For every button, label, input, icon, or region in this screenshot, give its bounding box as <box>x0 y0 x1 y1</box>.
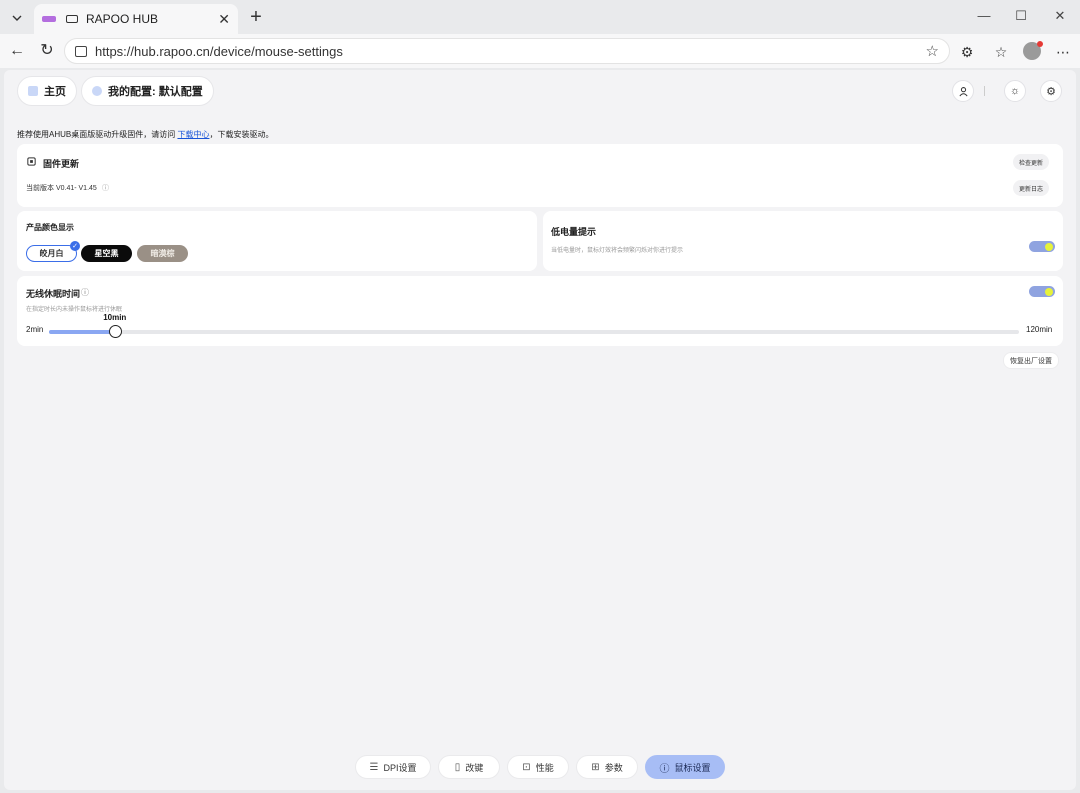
keyboard-icon <box>66 15 78 23</box>
home-label: 主页 <box>44 86 66 98</box>
nav-label: 参数 <box>604 762 623 773</box>
nav-remap-keys[interactable]: ▯ 改键 <box>438 755 500 779</box>
chevron-down-icon <box>12 15 22 21</box>
sleep-toggle[interactable] <box>1029 286 1055 297</box>
sleep-title: 无线休眠时间 <box>26 289 81 299</box>
favorite-star-icon[interactable]: ☆ <box>926 42 939 60</box>
check-icon: ✓ <box>70 241 80 251</box>
tab-title: RAPOO HUB <box>86 12 159 26</box>
download-center-link[interactable]: 下载中心 <box>177 130 209 139</box>
user-icon <box>958 86 968 96</box>
browser-tab-bar: RAPOO HUB ✕ + — ☐ ✕ <box>0 0 1080 36</box>
user-button[interactable] <box>952 80 974 102</box>
nav-label: 改键 <box>465 762 484 773</box>
browser-tab[interactable]: RAPOO HUB ✕ <box>34 4 238 34</box>
low-battery-toggle[interactable] <box>1029 241 1055 252</box>
color-option-black[interactable]: 星空黑 <box>81 245 132 262</box>
changelog-button[interactable]: 更新日志 <box>1013 180 1050 196</box>
home-icon <box>28 86 38 96</box>
header-divider <box>984 86 985 96</box>
maximize-icon[interactable]: ☐ <box>1011 8 1031 24</box>
back-button[interactable]: ← <box>7 41 27 61</box>
info-icon[interactable]: ⓘ <box>102 183 109 193</box>
color-display-card: 产品颜色显示 皎月白 ✓ 星空黑 暗漠棕 <box>17 211 537 271</box>
nav-label: 鼠标设置 <box>674 762 711 773</box>
slider-value-label: 10min <box>103 313 127 322</box>
slider-max-label: 120min <box>1026 325 1053 334</box>
sun-icon: ☼ <box>1009 85 1021 97</box>
sleep-description: 在指定时长内未操作鼠标将进行休眠 <box>26 307 123 313</box>
color-option-brown[interactable]: 暗漠棕 <box>137 245 188 262</box>
toggle-knob <box>1045 242 1053 251</box>
mouse-icon: ▯ <box>454 761 461 773</box>
profile-icon <box>92 86 102 96</box>
notice-text-end: ，下载安装驱动。 <box>209 130 274 139</box>
firmware-version: 当前版本 V0.41- V1.45 <box>26 185 97 192</box>
performance-icon: ⊡ <box>522 761 531 773</box>
lock-icon <box>75 45 87 57</box>
slider-thumb[interactable] <box>108 325 122 338</box>
nav-mouse-settings[interactable]: ⓘ 鼠标设置 <box>645 755 725 779</box>
minimize-icon[interactable]: — <box>974 8 994 23</box>
driver-notice: 推荐使用AHUB桌面版驱动升级固件，请访问 下载中心，下载安装驱动。 <box>17 129 273 140</box>
toggle-knob <box>1045 287 1053 296</box>
grid-icon: ⊞ <box>591 761 600 773</box>
close-tab-icon[interactable]: ✕ <box>218 11 230 28</box>
nav-dpi-settings[interactable]: ☰ DPI设置 <box>355 755 431 779</box>
favorites-icon[interactable]: ☆ <box>991 42 1011 62</box>
notice-text: 推荐使用AHUB桌面版驱动升级固件，请访问 <box>17 130 178 139</box>
sleep-info-icon[interactable]: ⓘ <box>81 287 89 298</box>
slider-fill <box>49 330 115 334</box>
rapoo-favicon-icon <box>42 16 56 22</box>
nav-performance[interactable]: ⊡ 性能 <box>507 755 569 779</box>
info-icon: ⓘ <box>659 763 670 775</box>
gear-icon: ⚙ <box>1046 85 1056 98</box>
profile-selector[interactable]: 我的配置: 默认配置 <box>81 76 214 106</box>
address-bar[interactable]: https://hub.rapoo.cn/device/mouse-settin… <box>64 38 950 64</box>
low-battery-title: 低电量提示 <box>551 227 597 237</box>
extensions-icon[interactable]: ⚙ <box>957 42 977 62</box>
url-text: https://hub.rapoo.cn/device/mouse-settin… <box>95 43 343 59</box>
sliders-icon: ☰ <box>369 761 379 773</box>
more-menu-icon[interactable]: ⋯ <box>1053 42 1073 62</box>
sleep-card: 无线休眠时间 ⓘ 在指定时长内未操作鼠标将进行休眠 2min 10min 120… <box>17 276 1063 346</box>
home-button[interactable]: 主页 <box>17 76 77 106</box>
nav-label: DPI设置 <box>383 762 417 773</box>
theme-button[interactable]: ☼ <box>1004 80 1026 102</box>
browser-toolbar: ← ↻ https://hub.rapoo.cn/device/mouse-se… <box>0 34 1080 68</box>
sleep-slider[interactable]: 10min <box>49 313 1019 338</box>
nav-parameters[interactable]: ⊞ 参数 <box>576 755 638 779</box>
new-tab-button[interactable]: + <box>246 6 266 28</box>
low-battery-card: 低电量提示 当低电量时，鼠标灯效将会频繁闪烁对你进行提示 <box>543 211 1063 271</box>
refresh-button[interactable]: ↻ <box>37 41 57 61</box>
low-battery-description: 当低电量时，鼠标灯效将会频繁闪烁对你进行提示 <box>551 248 684 254</box>
firmware-card: 固件更新 检查更新 当前版本 V0.41- V1.45 ⓘ 更新日志 <box>17 144 1063 207</box>
firmware-title: 固件更新 <box>43 159 80 169</box>
factory-reset-button[interactable]: 恢复出厂设置 <box>1003 352 1059 369</box>
nav-label: 性能 <box>535 762 554 773</box>
profile-label: 我的配置: 默认配置 <box>108 86 203 98</box>
chip-icon <box>27 157 36 166</box>
check-update-button[interactable]: 检查更新 <box>1013 154 1050 170</box>
settings-button[interactable]: ⚙ <box>1040 80 1062 102</box>
notification-dot <box>1037 41 1043 47</box>
close-window-icon[interactable]: ✕ <box>1050 8 1070 24</box>
color-display-title: 产品颜色显示 <box>26 223 74 232</box>
slider-min-label: 2min <box>26 325 44 334</box>
tab-list-dropdown[interactable] <box>6 7 28 29</box>
